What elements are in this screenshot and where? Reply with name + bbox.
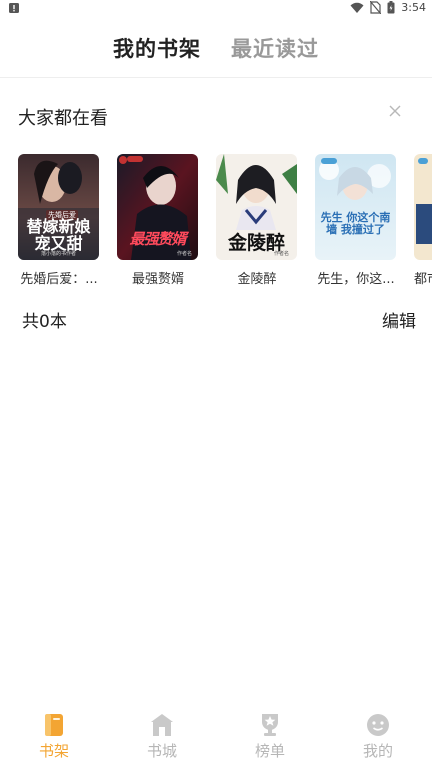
warning-icon xyxy=(9,3,19,13)
book-cover[interactable]: 最强赘婿 作者名 xyxy=(117,154,198,260)
nav-label: 我的 xyxy=(362,742,393,760)
cover-title: 替嫁新娘宠又甜 xyxy=(26,217,91,253)
book-title: 金陵醉 xyxy=(237,272,277,287)
book-item[interactable]: 最强赘婿 作者名 最强赘婿 xyxy=(117,154,198,287)
cover-art-5 xyxy=(414,154,432,260)
nav-store[interactable]: 书城 xyxy=(108,710,216,761)
tab-my-bookshelf[interactable]: 我的书架 xyxy=(113,33,201,63)
book-title: 最强赘婿 xyxy=(131,272,184,287)
nav-label: 榜单 xyxy=(254,742,285,760)
book-item[interactable]: 先生 你这个南墙 我撞过了 先生，你这... xyxy=(315,154,396,287)
cover-title: 先生 你这个南墙 我撞过了 xyxy=(320,211,391,236)
status-bar: 3:54 xyxy=(0,0,432,18)
bottom-nav: 书架 书城 榜单 我的 xyxy=(0,710,432,768)
nav-profile[interactable]: 我的 xyxy=(324,710,432,761)
ranking-icon xyxy=(262,714,278,736)
bookshelf-icon xyxy=(45,714,63,736)
store-icon xyxy=(151,714,173,736)
top-tabs: 我的书架 最近读过 xyxy=(0,20,432,76)
shelf-count: 共0本 xyxy=(22,312,67,332)
book-item[interactable]: 先婚后爱 替嫁新娘宠又甜 落小落的书作者 先婚后爱：... xyxy=(18,154,99,287)
book-title: 先婚后爱：... xyxy=(20,272,98,287)
nav-label: 书架 xyxy=(38,742,69,760)
nav-ranking[interactable]: 榜单 xyxy=(216,710,324,761)
close-icon[interactable] xyxy=(388,104,402,118)
cover-title: 最强赘婿 xyxy=(129,230,186,248)
book-item[interactable]: 都市... xyxy=(414,154,432,287)
book-cover[interactable]: 先婚后爱 替嫁新娘宠又甜 落小落的书作者 xyxy=(18,154,99,260)
status-time: 3:54 xyxy=(401,1,426,14)
nav-label: 书城 xyxy=(146,742,177,760)
nav-bookshelf[interactable]: 书架 xyxy=(0,710,108,761)
cover-author: 作者名 xyxy=(176,251,192,257)
wifi-icon xyxy=(350,2,364,13)
book-cover[interactable] xyxy=(414,154,432,260)
recommend-book-list: 先婚后爱 替嫁新娘宠又甜 落小落的书作者 先婚后爱：... 最强赘婿 作者名 最… xyxy=(18,154,432,294)
cover-author: 作者名 xyxy=(273,251,289,257)
cover-author: 落小落的书作者 xyxy=(40,251,76,257)
cover-art-4 xyxy=(315,154,396,260)
book-item[interactable]: 金陵醉 作者名 金陵醉 xyxy=(216,154,297,287)
tab-recently-read[interactable]: 最近读过 xyxy=(231,33,319,63)
recommend-header: 大家都在看 xyxy=(18,108,108,129)
book-title: 都市... xyxy=(414,272,432,287)
header-divider xyxy=(0,77,432,78)
book-cover[interactable]: 先生 你这个南墙 我撞过了 xyxy=(315,154,396,260)
edit-button[interactable]: 编辑 xyxy=(382,307,416,332)
battery-icon xyxy=(387,1,395,14)
no-sim-icon xyxy=(370,1,382,14)
book-title: 先生，你这... xyxy=(317,272,395,287)
profile-icon xyxy=(367,714,389,736)
book-cover[interactable]: 金陵醉 作者名 xyxy=(216,154,297,260)
